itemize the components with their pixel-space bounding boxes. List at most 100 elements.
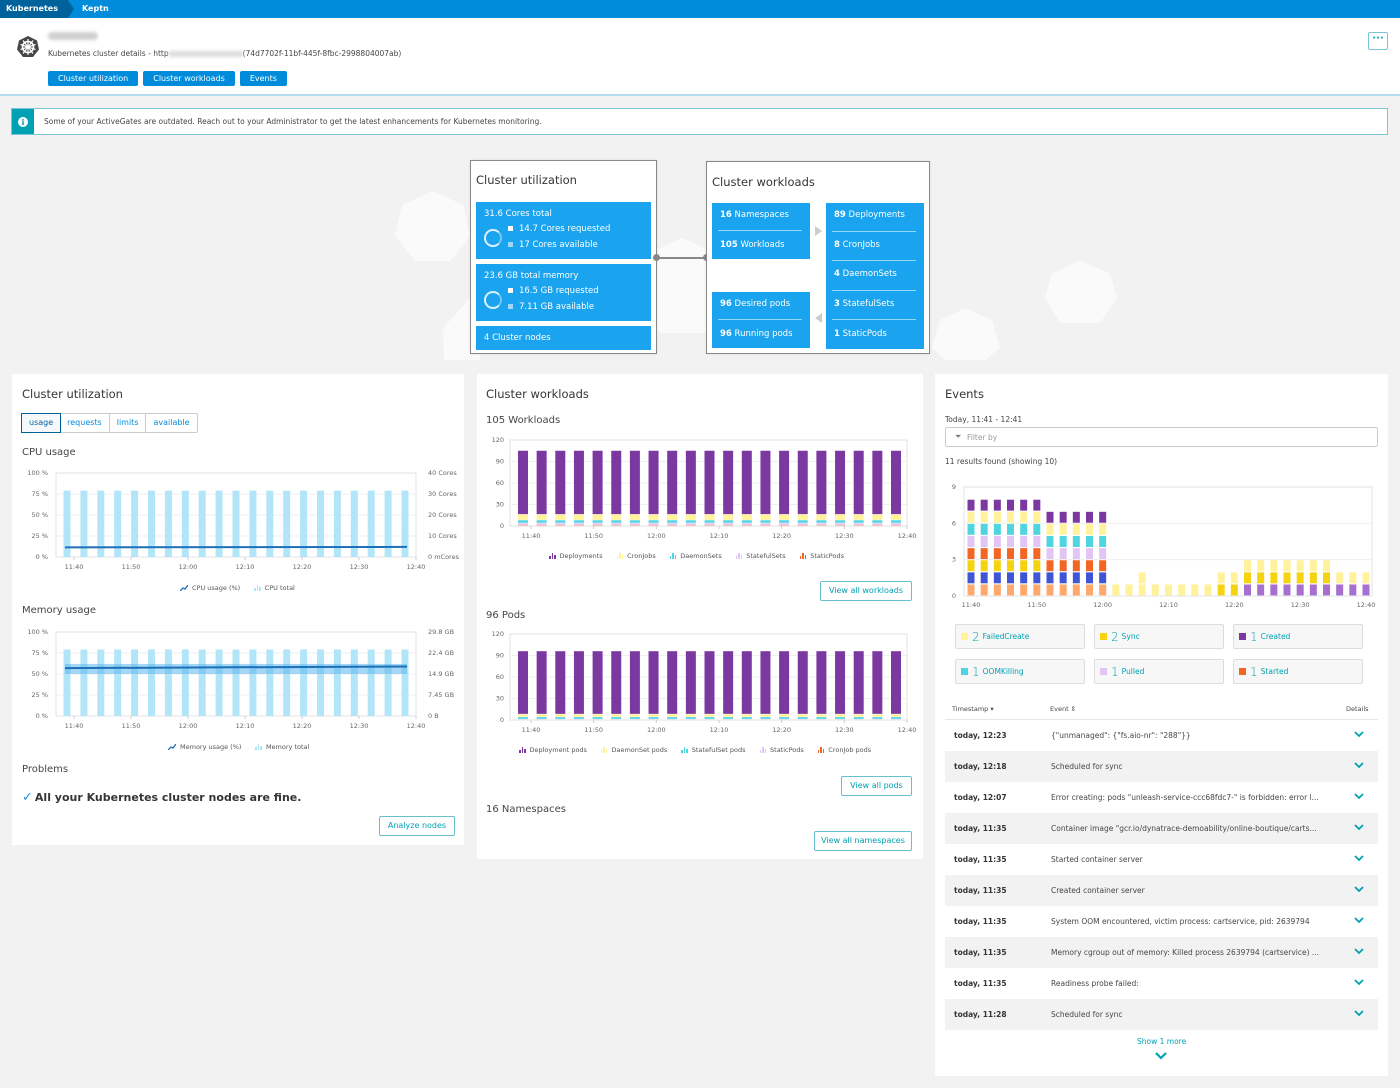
- show-more-link[interactable]: Show 1 more: [1137, 1037, 1186, 1046]
- legend-statefulsets[interactable]: StatefulSets: [735, 552, 786, 560]
- y-tick-label: 3: [952, 556, 956, 564]
- bar-segment: [648, 514, 659, 520]
- event-type-pulled[interactable]: 1 Pulled: [1094, 659, 1224, 684]
- bar-segment: [1020, 548, 1028, 560]
- namespaces-count-title: 16 Namespaces: [486, 804, 566, 815]
- table-row[interactable]: today, 12:07 Error creating: pods "unleas…: [945, 782, 1378, 813]
- y-tick-label: 90: [496, 652, 504, 660]
- bar-segment: [1046, 572, 1054, 584]
- chevron-down-icon[interactable]: [1154, 1051, 1168, 1061]
- legend-memory-usage[interactable]: Memory usage (%): [168, 743, 241, 751]
- bar-segment: [1072, 536, 1080, 547]
- nav-cluster-workloads-button[interactable]: Cluster workloads: [143, 71, 235, 86]
- bar-segment: [1033, 511, 1041, 523]
- sort-by-timestamp[interactable]: Timestamp ▾: [952, 705, 994, 713]
- expand-chevron-icon[interactable]: [1354, 1008, 1364, 1018]
- legend-daemonsets[interactable]: DaemonSets: [669, 552, 722, 560]
- y-left-tick-label: 25 %: [31, 691, 48, 699]
- breadcrumb-keptn[interactable]: Keptn: [68, 0, 117, 18]
- bar-segment: [797, 450, 808, 515]
- cluster-nodes-tile[interactable]: 4 Cluster nodes: [476, 326, 651, 350]
- expand-chevron-icon[interactable]: [1354, 853, 1364, 863]
- bar-segment: [1244, 584, 1251, 596]
- overview-utilization-title: Cluster utilization: [476, 173, 577, 187]
- view-all-workloads-button[interactable]: View all workloads: [820, 581, 912, 601]
- table-row[interactable]: today, 12:18 Scheduled for sync: [945, 751, 1378, 782]
- legend-deployments[interactable]: Deployments: [549, 552, 603, 560]
- legend-staticpods[interactable]: StaticPods: [799, 552, 844, 560]
- tab-usage[interactable]: usage: [21, 413, 62, 433]
- expand-chevron-icon[interactable]: [1354, 729, 1364, 739]
- x-tick-label: 12:20: [293, 722, 312, 730]
- expand-chevron-icon[interactable]: [1354, 915, 1364, 925]
- cpu-tile[interactable]: 31.6 Cores total 14.7 Cores requested 17…: [476, 202, 651, 259]
- sort-by-event[interactable]: Event ⇕: [1050, 705, 1076, 713]
- bar: [333, 649, 341, 716]
- bar-segment: [1178, 584, 1186, 596]
- namespaces-workloads-tile[interactable]: 16 Namespaces 105 Workloads: [712, 203, 810, 259]
- bar-segment: [1309, 584, 1317, 596]
- event-type-oomkilling[interactable]: 1 OOMKilling: [955, 659, 1085, 684]
- legend-cronjob-pods[interactable]: CronJob pods: [817, 746, 871, 754]
- tab-limits[interactable]: limits: [110, 414, 147, 432]
- legend-daemonset-pods[interactable]: DaemonSet pods: [600, 746, 667, 754]
- x-tick-label: 12:00: [647, 726, 666, 734]
- memory-requested: 16.5 GB requested: [519, 286, 599, 296]
- workload-types-tile[interactable]: 89 Deployments 8 CronJobs 4 DaemonSets 3…: [826, 203, 924, 349]
- legend-deployment-pods[interactable]: Deployment pods: [519, 746, 587, 754]
- bar-segment: [629, 714, 640, 717]
- legend-statefulset-pods[interactable]: StatefulSet pods: [681, 746, 746, 754]
- bar-segment: [1086, 584, 1093, 596]
- legend-static-pods[interactable]: StaticPods: [759, 746, 804, 754]
- legend-cpu-usage[interactable]: CPU usage (%): [180, 584, 240, 592]
- event-type-failedcreate[interactable]: 2 FailedCreate: [955, 624, 1085, 649]
- event-type-sync[interactable]: 2 Sync: [1094, 624, 1224, 649]
- bar-segment: [685, 450, 696, 515]
- expand-chevron-icon[interactable]: [1354, 760, 1364, 770]
- memory-tile[interactable]: 23.6 GB total memory 16.5 GB requested 7…: [476, 264, 651, 321]
- table-row[interactable]: today, 11:35 Memory cgroup out of memory:…: [945, 937, 1378, 968]
- table-row[interactable]: today, 11:35 System OOM encountered, vict…: [945, 906, 1378, 937]
- color-swatch: [1100, 633, 1107, 640]
- nav-cluster-utilization-button[interactable]: Cluster utilization: [48, 71, 139, 86]
- bar-segment: [723, 717, 734, 719]
- legend-cronjobs[interactable]: CronJobs: [616, 552, 656, 560]
- view-all-pods-button[interactable]: View all pods: [841, 776, 912, 796]
- bar-segment: [1309, 560, 1317, 572]
- breadcrumb-kubernetes[interactable]: Kubernetes: [0, 0, 74, 18]
- table-row[interactable]: today, 11:35 Container image "gcr.io/dyna…: [945, 813, 1378, 844]
- bar-segment: [1296, 560, 1304, 572]
- table-row[interactable]: today, 11:35 Started container server: [945, 844, 1378, 875]
- legend-cpu-total[interactable]: CPU total: [254, 584, 295, 592]
- event-type-created[interactable]: 1 Created: [1233, 624, 1363, 649]
- tab-available[interactable]: available: [146, 414, 196, 432]
- expand-chevron-icon[interactable]: [1354, 822, 1364, 832]
- legend-memory-total[interactable]: Memory total: [255, 743, 309, 751]
- x-tick-label: 11:50: [122, 722, 141, 730]
- bar-segment: [891, 523, 901, 525]
- expand-chevron-icon[interactable]: [1354, 946, 1364, 956]
- nav-events-button[interactable]: Events: [239, 71, 287, 86]
- pods-tile[interactable]: 96 Desired pods 96 Running pods: [712, 292, 810, 348]
- expand-chevron-icon[interactable]: [1354, 884, 1364, 894]
- expand-chevron-icon[interactable]: [1354, 977, 1364, 987]
- bar-segment: [1020, 584, 1028, 596]
- utilization-tabs: usage requests limits available: [21, 413, 198, 433]
- expand-chevron-icon[interactable]: [1354, 791, 1364, 801]
- tab-requests[interactable]: requests: [60, 414, 110, 432]
- analyze-nodes-button[interactable]: Analyze nodes: [379, 816, 455, 836]
- staticpods-count: 1 StaticPods: [834, 329, 887, 339]
- bar-segment: [704, 651, 715, 714]
- event-type-started[interactable]: 1 Started: [1233, 659, 1363, 684]
- bar-segment: [1086, 548, 1093, 560]
- more-options-button[interactable]: ···: [1368, 32, 1388, 50]
- events-filter-input[interactable]: ⏷ Filter by: [945, 427, 1378, 447]
- table-row[interactable]: today, 11:35 Created container server: [945, 875, 1378, 906]
- event-description: Started container server: [1051, 855, 1143, 864]
- table-row[interactable]: today, 11:28 Scheduled for sync: [945, 999, 1378, 1030]
- table-row[interactable]: today, 11:35 Readiness probe failed:: [945, 968, 1378, 999]
- bar-segment: [967, 548, 975, 560]
- view-all-namespaces-button[interactable]: View all namespaces: [814, 831, 912, 851]
- event-timestamp: today, 11:35: [954, 824, 1007, 833]
- table-row[interactable]: today, 12:23 {"unmanaged": {"fs.aio-nr": …: [945, 720, 1378, 751]
